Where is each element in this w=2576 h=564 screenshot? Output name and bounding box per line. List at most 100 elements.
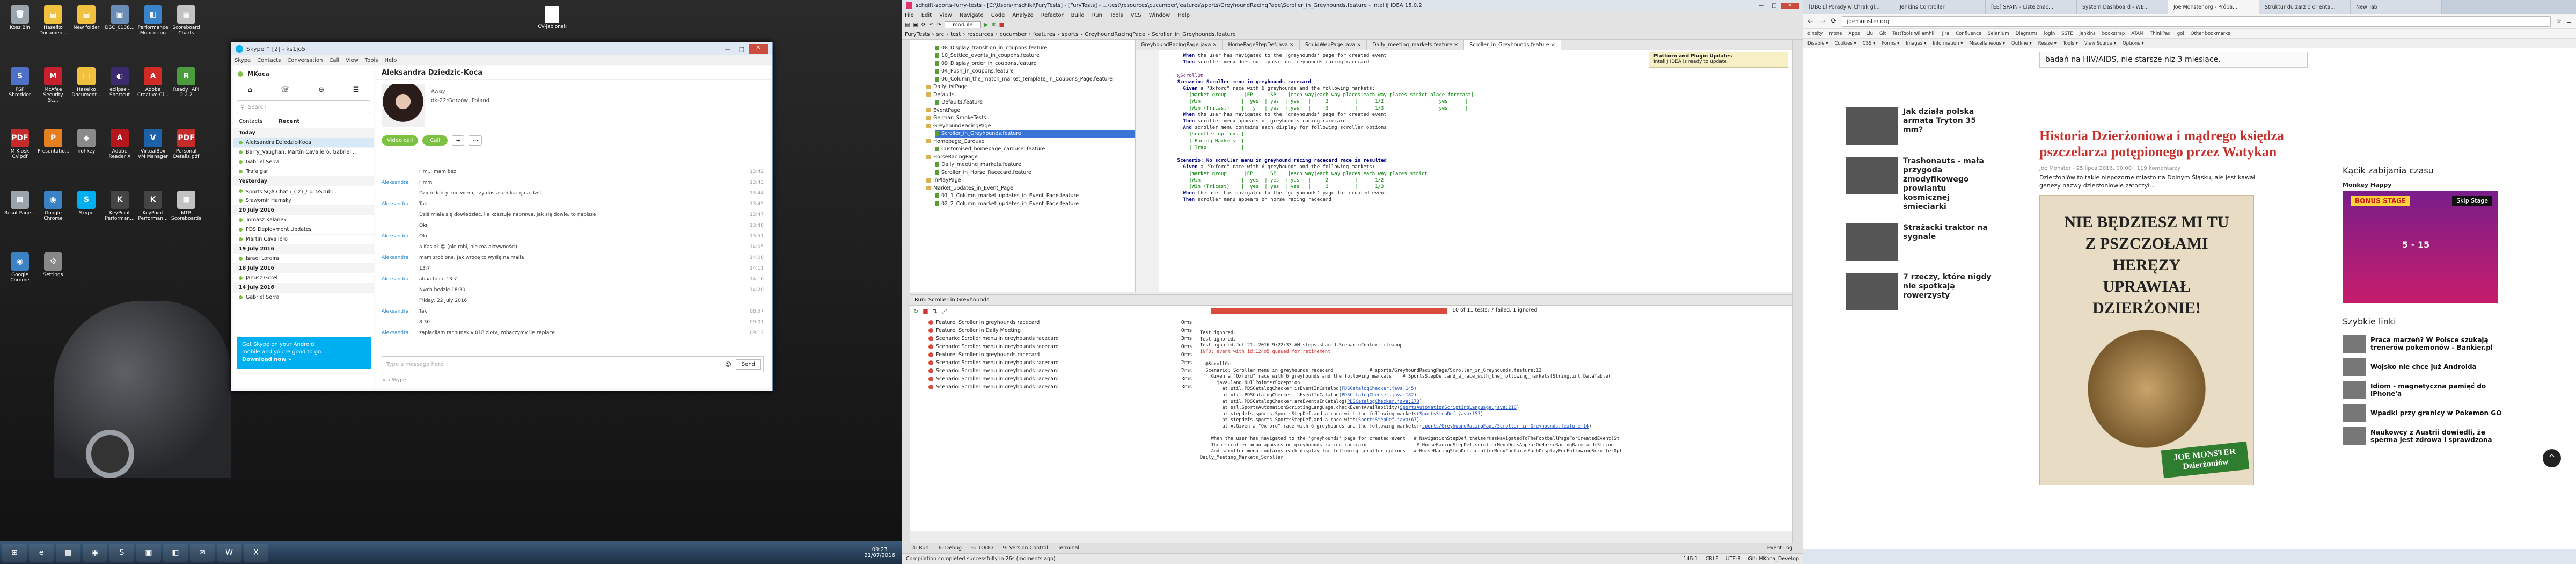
browser-tab[interactable]: System Dashboard - WE... — [2077, 0, 2168, 14]
stacktrace-link[interactable]: SportsStepDef.java:67 — [1358, 417, 1417, 423]
devbar-item[interactable]: Outline ▾ — [2011, 41, 2032, 46]
contact-item[interactable]: Janusz Gdrel — [233, 273, 374, 283]
console-output[interactable]: Test ignored. Test ignored. Test ignored.J… — [1200, 330, 1788, 529]
maximize-button[interactable]: □ — [735, 46, 749, 53]
tree-item[interactable]: Defaults.feature — [935, 99, 1135, 107]
status-item[interactable]: UTF-8 — [1726, 556, 1741, 562]
ide-menu-item[interactable]: Build — [1071, 12, 1085, 18]
desktop-icon[interactable]: PDF Personal Details.pdf — [171, 129, 202, 160]
stop-icon[interactable]: ■ — [923, 308, 928, 315]
breadcrumb-item[interactable]: src — [936, 32, 944, 38]
call-phones-icon[interactable]: ☏ — [281, 86, 289, 94]
forward-icon[interactable]: → — [1819, 17, 1826, 26]
contact-item[interactable]: Gabriel Serra — [233, 157, 374, 167]
desktop-icon[interactable]: ⚙ Settings — [38, 252, 69, 278]
fast-link[interactable]: Praca marzeń? W Polsce szukają trenerów … — [2343, 335, 2514, 353]
browser-tab[interactable]: New Tab — [2351, 0, 2442, 14]
skype-menu-item[interactable]: Help — [385, 57, 397, 63]
tool-window-tab[interactable]: Terminal — [1058, 545, 1079, 551]
skype-menu-item[interactable]: Conversation — [287, 57, 323, 63]
desktop-icon[interactable]: K KeyPoint Performan... — [137, 191, 169, 221]
desktop-icon[interactable]: M McAfee Security Sc... — [38, 67, 69, 103]
add-people-icon[interactable]: + — [452, 135, 465, 146]
bookmark-item[interactable]: gol — [2177, 31, 2184, 37]
left-article[interactable]: Strażacki traktor na sygnale — [1846, 223, 2007, 261]
bookmark-item[interactable]: Other bookmarks — [2191, 31, 2230, 37]
undo-icon[interactable]: ↶ — [929, 22, 933, 28]
editor-tab[interactable]: HomePageStepDef.java × — [1223, 39, 1300, 50]
test-result-item[interactable]: Scenario: Scroller menu in greyhounds ra… — [928, 359, 1192, 367]
status-item[interactable]: 146:1 — [1683, 556, 1697, 562]
sort-icon[interactable]: ⇅ — [933, 308, 938, 315]
clock-date[interactable]: 21/07/2016 — [864, 553, 895, 559]
desktop-file-icon[interactable]: CV-jablonek — [537, 6, 568, 30]
open-icon[interactable]: ▤ — [905, 22, 910, 28]
desktop-icon[interactable]: ▤ New folder — [71, 5, 102, 31]
test-result-item[interactable]: Scenario: Scroller menu in greyhounds ra… — [928, 367, 1192, 375]
skype-menu-item[interactable]: Call — [329, 57, 339, 63]
browser-tab[interactable]: [DBG1] Porady w Chrak gł... — [1803, 0, 1894, 14]
test-result-item[interactable]: Feature: Scroller in greyhounds racecard… — [928, 351, 1192, 359]
stacktrace-link[interactable]: sports/GreyhoundRacingPage/Scroller_in_G… — [1422, 424, 1589, 429]
tree-item[interactable]: 01_1_Column_market_updates_in_Event_Page… — [935, 192, 1135, 200]
left-article[interactable]: 7 rzeczy, które nigdy nie spotkają rower… — [1846, 273, 2007, 310]
ide-menu-item[interactable]: Navigate — [960, 12, 984, 18]
tree-item[interactable]: German_SmokeTests — [926, 114, 1135, 122]
bookmark-item[interactable]: ThinkPad — [2150, 31, 2171, 37]
bookmark-item[interactable]: SSTE — [2061, 31, 2073, 37]
ide-menu-item[interactable]: Edit — [921, 12, 932, 18]
skip-stage-button[interactable]: Skip Stage — [2452, 196, 2492, 206]
ide-menu-item[interactable]: Analyze — [1012, 12, 1033, 18]
ide-menu-item[interactable]: Code — [991, 12, 1005, 18]
close-button[interactable]: ✕ — [1781, 2, 1799, 9]
contact-item[interactable]: PDS Deployment Updates — [233, 225, 374, 235]
ide-menu-item[interactable]: Window — [1149, 12, 1170, 18]
fast-link[interactable]: Naukowcy z Austrii dowiedli, że sperma j… — [2343, 427, 2514, 445]
breadcrumb-item[interactable]: Scroller_in_Greyhounds.feature — [1152, 32, 1235, 38]
desktop-icon[interactable]: ▤ ResultPage... — [4, 191, 35, 216]
tree-item[interactable]: 06_Column_the_match_market_template_in_C… — [935, 75, 1135, 83]
bookmark-item[interactable]: Selenium — [1988, 31, 2009, 37]
devbar-item[interactable]: Forms ▾ — [1882, 41, 1899, 46]
test-result-item[interactable]: Scenario: Scroller menu in greyhounds ra… — [928, 343, 1192, 351]
browser-tab[interactable]: Joe Monster.org - Próba... — [2168, 0, 2259, 14]
desktop-icon[interactable]: PDF M Kiosk CV.pdf — [4, 129, 35, 160]
devbar-item[interactable]: Disable ▾ — [1807, 41, 1828, 46]
bookmark-item[interactable]: Git — [1879, 31, 1886, 37]
editor-tab[interactable]: Daily_meeting_markets.feature × — [1367, 39, 1465, 50]
run-icon[interactable]: ▶ — [984, 22, 989, 28]
bookmark-item[interactable]: bookstrap — [2102, 31, 2125, 37]
ad-download-link[interactable]: Download now » — [242, 356, 365, 364]
tree-item[interactable]: Customised_homepage_carousel.feature — [935, 146, 1135, 154]
taskbar-app-button[interactable]: e — [29, 544, 54, 562]
editor-tab[interactable]: SquidWebPage.java × — [1300, 39, 1367, 50]
tree-item[interactable]: Market_updates_in_Event_Page — [926, 184, 1135, 192]
taskbar-app-button[interactable]: W — [217, 544, 241, 562]
breadcrumb-item[interactable]: GreyhoundRacingPage — [1085, 32, 1145, 38]
tree-item[interactable]: 09_Display_order_in_coupons.feature — [935, 60, 1135, 68]
ide-menu-item[interactable]: VCS — [1131, 12, 1141, 18]
stacktrace-link[interactable]: PDSCatalogChecker.java:182 — [1342, 393, 1414, 398]
devbar-item[interactable]: Information ▾ — [1933, 41, 1963, 46]
game-widget[interactable]: BONUS STAGE Skip Stage 5 - 15 — [2343, 191, 2498, 303]
desktop-icon[interactable]: 🗑 Kosz Bin — [4, 5, 35, 31]
desktop-icon[interactable]: ◉ Google Chrome — [4, 252, 35, 283]
bookmark-item[interactable]: ATAM — [2131, 31, 2143, 37]
tool-window-tab[interactable]: 4: Run — [912, 545, 928, 551]
star-icon[interactable]: ☆ — [2556, 18, 2562, 25]
desktop-icon[interactable]: S PSP Shredder — [4, 67, 35, 98]
devbar-item[interactable]: Miscellaneous ▾ — [1969, 41, 2005, 46]
address-bar[interactable]: joemonster.org — [1842, 16, 2551, 27]
ide-menu-item[interactable]: File — [905, 12, 914, 18]
call-button[interactable]: Call — [422, 135, 448, 146]
skype-menu-item[interactable]: Contacts — [257, 57, 281, 63]
taskbar-app-button[interactable]: ▤ — [56, 544, 80, 562]
stacktrace-link[interactable]: PDSCatalogChecker.java:145 — [1342, 386, 1414, 392]
article-comments[interactable]: 119 komentarzy — [2137, 165, 2180, 171]
save-icon[interactable]: ▣ — [913, 22, 918, 28]
tree-item[interactable]: 04_Push_in_coupons.feature — [935, 68, 1135, 76]
taskbar-app-button[interactable]: ✉ — [190, 544, 215, 562]
add-contact-icon[interactable]: ⊕ — [318, 86, 324, 94]
tool-window-tab[interactable]: 6: TODO — [971, 545, 993, 551]
android-ad[interactable]: Get Skype on your Android mobile and you… — [237, 337, 371, 369]
